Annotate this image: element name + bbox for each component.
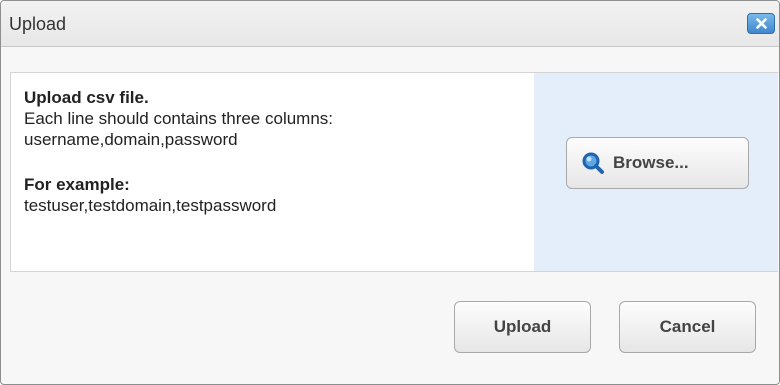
instructions-line-1: Each line should contains three columns: xyxy=(24,109,334,128)
cancel-label: Cancel xyxy=(659,317,716,336)
example-value: testuser,testdomain,testpassword xyxy=(24,196,277,215)
browse-label: Browse... xyxy=(613,153,689,172)
upload-button[interactable]: Upload xyxy=(454,301,591,353)
example-heading: For example: xyxy=(24,175,130,194)
content-divider-top xyxy=(10,72,778,73)
instructions-text: Upload csv file. Each line should contai… xyxy=(24,87,524,216)
magnifier-icon xyxy=(581,151,605,175)
cancel-button[interactable]: Cancel xyxy=(619,301,756,353)
instructions-heading: Upload csv file. xyxy=(24,88,149,107)
dialog-titlebar: Upload xyxy=(1,1,779,47)
browse-button[interactable]: Browse... xyxy=(566,137,749,189)
content-divider-bottom xyxy=(10,271,778,272)
instructions-line-2: username,domain,password xyxy=(24,130,238,149)
close-button[interactable] xyxy=(747,13,775,34)
dialog-title: Upload xyxy=(9,14,67,34)
content-divider-left xyxy=(10,72,11,272)
upload-label: Upload xyxy=(493,317,552,336)
close-icon xyxy=(756,18,767,29)
